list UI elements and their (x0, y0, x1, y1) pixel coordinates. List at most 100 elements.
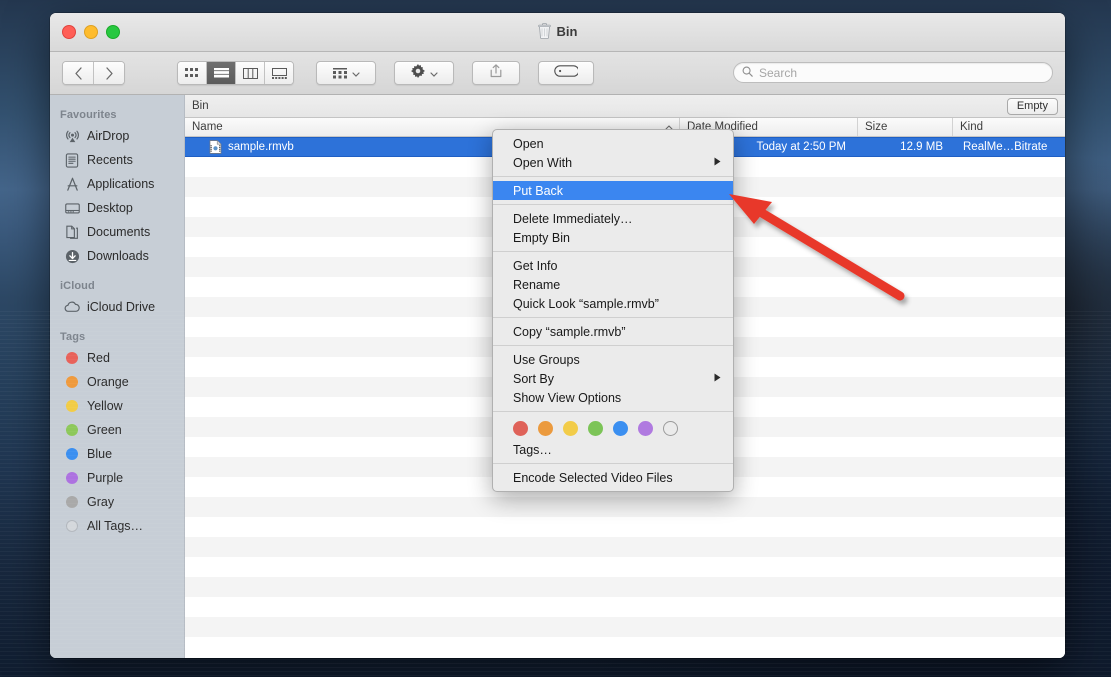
sidebar-item-tag-gray[interactable]: Gray (50, 490, 184, 514)
sidebar-item-label: Green (87, 423, 122, 437)
search-field[interactable]: Search (733, 62, 1053, 83)
menu-item-copy[interactable]: Copy “sample.rmvb” (493, 322, 733, 341)
window-title-text: Bin (556, 23, 578, 39)
sidebar-section-favourites-header: Favourites (60, 109, 117, 121)
gear-icon (410, 63, 425, 83)
share-icon (490, 63, 502, 83)
search-icon (742, 64, 753, 82)
menu-item-label: Put Back (513, 183, 564, 198)
menu-separator (493, 176, 733, 177)
arrange-button[interactable] (316, 61, 376, 85)
menu-item-open-with[interactable]: Open With (493, 153, 733, 172)
back-button[interactable] (63, 62, 94, 84)
search-placeholder: Search (759, 65, 798, 80)
path-bar-label: Bin (192, 100, 209, 112)
menu-item-delete-immediately[interactable]: Delete Immediately… (493, 209, 733, 228)
menu-separator (493, 204, 733, 205)
tag-dot-icon (64, 374, 80, 390)
menu-item-label: Open With (513, 155, 573, 170)
sidebar-item-label: Orange (87, 375, 129, 389)
tag-dot-icon (64, 422, 80, 438)
sidebar-item-desktop[interactable]: Desktop (50, 196, 184, 220)
forward-button[interactable] (94, 62, 124, 84)
gallery-view-button[interactable] (265, 62, 293, 84)
empty-row (185, 617, 1065, 637)
action-gear-button[interactable] (394, 61, 454, 85)
tag-color-none[interactable] (663, 421, 678, 436)
menu-item-rename[interactable]: Rename (493, 275, 733, 294)
sidebar-item-documents[interactable]: Documents (50, 220, 184, 244)
menu-item-sort-by[interactable]: Sort By (493, 369, 733, 388)
sidebar-item-applications[interactable]: Applications (50, 172, 184, 196)
empty-row (185, 557, 1065, 577)
menu-item-put-back[interactable]: Put Back (493, 181, 733, 200)
sidebar-item-tag-blue[interactable]: Blue (50, 442, 184, 466)
menu-separator (493, 411, 733, 412)
sidebar-item-label: Recents (87, 153, 133, 167)
downloads-icon (64, 248, 80, 264)
tag-color-orange[interactable] (538, 421, 553, 436)
window-title: Bin (50, 23, 1065, 39)
icloud-drive-icon (64, 299, 80, 315)
edit-tags-button[interactable] (538, 61, 594, 85)
empty-row (185, 637, 1065, 657)
tag-color-purple[interactable] (638, 421, 653, 436)
sidebar-item-airdrop[interactable]: AirDrop (50, 124, 184, 148)
tag-dot-icon (64, 398, 80, 414)
share-button[interactable] (472, 61, 520, 85)
menu-item-empty-bin[interactable]: Empty Bin (493, 228, 733, 247)
menu-item-quick-look[interactable]: Quick Look “sample.rmvb” (493, 294, 733, 313)
tag-color-yellow[interactable] (563, 421, 578, 436)
menu-item-use-groups[interactable]: Use Groups (493, 350, 733, 369)
column-header-kind[interactable]: Kind (953, 118, 1065, 136)
tag-color-green[interactable] (588, 421, 603, 436)
column-header-size[interactable]: Size (858, 118, 953, 136)
airdrop-icon (64, 128, 80, 144)
tag-color-blue[interactable] (613, 421, 628, 436)
chevron-down-icon (429, 64, 438, 82)
applications-icon (64, 176, 80, 192)
context-menu[interactable]: Open Open With Put Back Delete Immediate… (492, 129, 734, 492)
tag-icon (554, 64, 580, 82)
tag-color-red[interactable] (513, 421, 528, 436)
sidebar-item-icloud-drive[interactable]: iCloud Drive (50, 295, 184, 319)
path-bar: Bin Empty (185, 95, 1065, 118)
tag-dot-icon (64, 494, 80, 510)
nav-buttons (62, 61, 125, 85)
empty-row (185, 597, 1065, 617)
empty-bin-button[interactable]: Empty (1006, 97, 1058, 115)
sidebar-item-label: Yellow (87, 399, 123, 413)
sidebar-item-tag-orange[interactable]: Orange (50, 370, 184, 394)
sidebar-item-all-tags[interactable]: All Tags… (50, 514, 184, 538)
sidebar-item-label: iCloud Drive (87, 300, 156, 314)
sidebar-item-tag-purple[interactable]: Purple (50, 466, 184, 490)
menu-separator (493, 463, 733, 464)
sidebar-item-tag-red[interactable]: Red (50, 346, 184, 370)
column-header-label: Kind (960, 121, 984, 133)
empty-row (185, 577, 1065, 597)
sidebar-item-label: All Tags… (87, 519, 144, 533)
sidebar-item-recents[interactable]: Recents (50, 148, 184, 172)
sidebar-item-label: AirDrop (87, 129, 130, 143)
menu-item-tags[interactable]: Tags… (493, 440, 733, 459)
menu-separator (493, 251, 733, 252)
menu-item-open[interactable]: Open (493, 134, 733, 153)
menu-item-label: Empty Bin (513, 230, 570, 245)
sidebar-item-downloads[interactable]: Downloads (50, 244, 184, 268)
sidebar-item-tag-green[interactable]: Green (50, 418, 184, 442)
menu-item-get-info[interactable]: Get Info (493, 256, 733, 275)
menu-item-label: Tags… (513, 442, 552, 457)
menu-item-show-view-options[interactable]: Show View Options (493, 388, 733, 407)
menu-item-encode-selected-video-files[interactable]: Encode Selected Video Files (493, 468, 733, 487)
list-view-button[interactable] (207, 62, 236, 84)
sidebar: Favourites AirDrop Recents Applications … (50, 95, 185, 658)
sidebar-item-label: Red (87, 351, 110, 365)
sidebar-item-label: Downloads (87, 249, 149, 263)
trash-bin-icon (537, 23, 551, 39)
column-view-button[interactable] (236, 62, 265, 84)
menu-item-label: Use Groups (513, 352, 580, 367)
icon-view-button[interactable] (178, 62, 207, 84)
empty-row (185, 537, 1065, 557)
menu-item-label: Encode Selected Video Files (513, 470, 673, 485)
sidebar-item-tag-yellow[interactable]: Yellow (50, 394, 184, 418)
